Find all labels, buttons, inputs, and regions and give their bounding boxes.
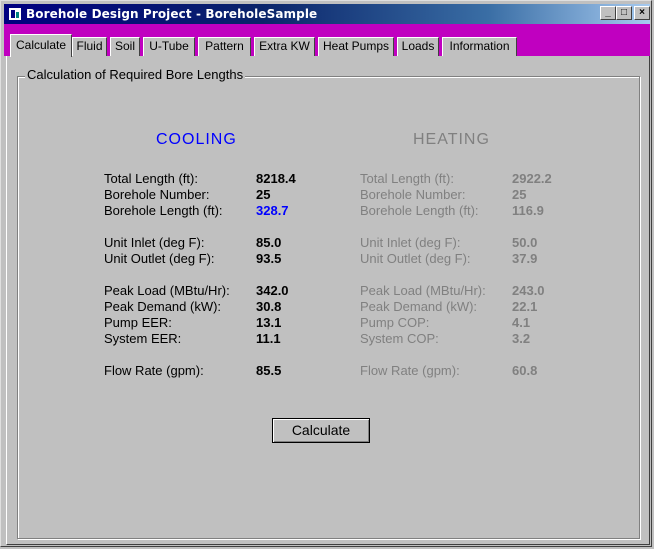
heating-borehole-number-label: Borehole Number: <box>360 187 466 202</box>
heating-peak-demand-label: Peak Demand (kW): <box>360 299 478 314</box>
cooling-peak-demand-label: Peak Demand (kW): <box>104 299 222 314</box>
heating-flow-rate-value: 60.8 <box>512 363 538 378</box>
heating-peak-load-label: Peak Load (MBtu/Hr): <box>360 283 486 298</box>
tab-extra-kw[interactable]: Extra KW <box>254 37 315 56</box>
heating-borehole-length-label: Borehole Length (ft): <box>360 203 479 218</box>
heating-peak-demand-value: 22.1 <box>512 299 538 314</box>
cooling-borehole-length-value: 328.7 <box>256 203 289 218</box>
cooling-unit-inlet-value: 85.0 <box>256 235 282 250</box>
cooling-pump-eer-label: Pump EER: <box>104 315 172 330</box>
tab-u-tube[interactable]: U-Tube <box>143 37 195 56</box>
tab-fluid[interactable]: Fluid <box>72 37 107 56</box>
calculate-panel: Calculation of Required Bore Lengths COO… <box>6 56 650 545</box>
cooling-unit-outlet-label: Unit Outlet (deg F): <box>104 251 215 266</box>
calculate-button[interactable]: Calculate <box>272 418 370 443</box>
app-icon <box>9 8 21 20</box>
tab-strip: Calculate Fluid Soil U-Tube Pattern Extr… <box>4 24 650 57</box>
cooling-pump-eer-value: 13.1 <box>256 315 282 330</box>
cooling-total-length-label: Total Length (ft): <box>104 171 198 186</box>
tab-soil[interactable]: Soil <box>110 37 140 56</box>
heating-borehole-number-value: 25 <box>512 187 527 202</box>
heating-peak-load-value: 243.0 <box>512 283 545 298</box>
heating-unit-inlet-value: 50.0 <box>512 235 538 250</box>
heating-unit-outlet-label: Unit Outlet (deg F): <box>360 251 471 266</box>
tab-information[interactable]: Information <box>442 37 517 56</box>
group-title: Calculation of Required Bore Lengths <box>25 67 246 82</box>
heating-pump-cop-value: 4.1 <box>512 315 531 330</box>
heating-total-length-value: 2922.2 <box>512 171 552 186</box>
cooling-system-eer-value: 11.1 <box>256 331 281 346</box>
cooling-peak-demand-value: 30.8 <box>256 299 282 314</box>
tab-calculate[interactable]: Calculate <box>10 34 72 57</box>
cooling-peak-load-label: Peak Load (MBtu/Hr): <box>104 283 230 298</box>
cooling-peak-load-value: 342.0 <box>256 283 289 298</box>
cooling-borehole-number-label: Borehole Number: <box>104 187 210 202</box>
cooling-unit-inlet-label: Unit Inlet (deg F): <box>104 235 205 250</box>
cooling-total-length-value: 8218.4 <box>256 171 296 186</box>
heating-pump-cop-label: Pump COP: <box>360 315 430 330</box>
cooling-flow-rate-label: Flow Rate (gpm): <box>104 363 204 378</box>
cooling-system-eer-label: System EER: <box>104 331 182 346</box>
cooling-unit-outlet-value: 93.5 <box>256 251 282 266</box>
cooling-heading: COOLING <box>156 131 237 148</box>
window-title: Borehole Design Project - BoreholeSample <box>26 7 318 21</box>
heating-flow-rate-label: Flow Rate (gpm): <box>360 363 460 378</box>
tab-loads[interactable]: Loads <box>397 37 439 56</box>
heating-heading: HEATING <box>413 131 490 148</box>
tab-heat-pumps[interactable]: Heat Pumps <box>318 37 394 56</box>
cooling-borehole-number-value: 25 <box>256 187 271 202</box>
title-bar[interactable]: Borehole Design Project - BoreholeSample… <box>4 4 650 24</box>
heating-unit-inlet-label: Unit Inlet (deg F): <box>360 235 461 250</box>
heating-unit-outlet-value: 37.9 <box>512 251 538 266</box>
cooling-borehole-length-label: Borehole Length (ft): <box>104 203 223 218</box>
cooling-flow-rate-value: 85.5 <box>256 363 282 378</box>
tab-pattern[interactable]: Pattern <box>198 37 251 56</box>
app-window: Borehole Design Project - BoreholeSample… <box>0 0 652 547</box>
heating-borehole-length-value: 116.9 <box>512 203 544 218</box>
minimize-button[interactable]: _ <box>600 6 616 20</box>
heating-total-length-label: Total Length (ft): <box>360 171 454 186</box>
heating-system-cop-value: 3.2 <box>512 331 531 346</box>
heating-system-cop-label: System COP: <box>360 331 439 346</box>
close-button[interactable]: × <box>634 6 650 20</box>
maximize-button[interactable]: □ <box>616 6 632 20</box>
